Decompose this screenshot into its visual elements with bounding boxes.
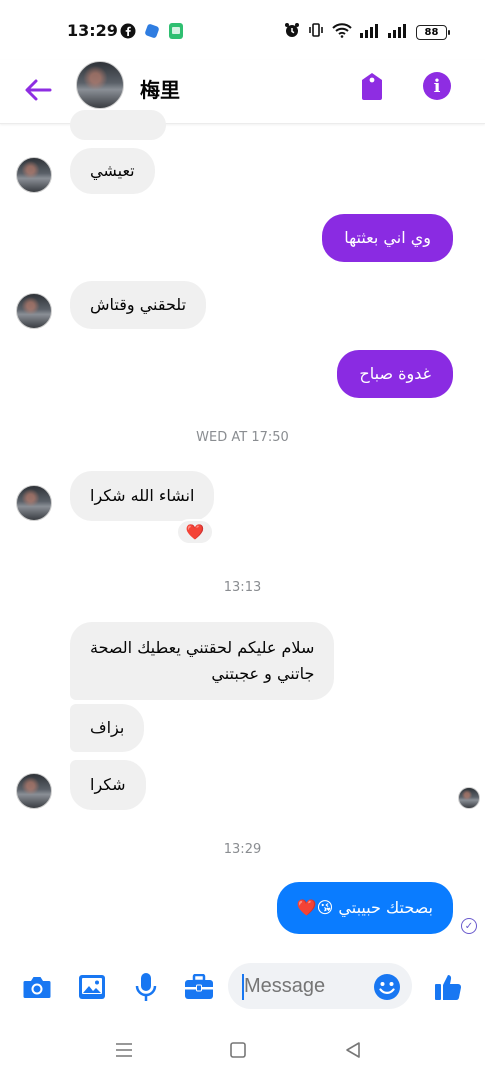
timestamp-divider: 13:29 <box>223 842 262 857</box>
message-bubble-incoming[interactable]: بزاف <box>70 704 145 752</box>
sender-avatar[interactable] <box>16 773 52 809</box>
voice-button[interactable] <box>131 972 161 1002</box>
message-bubble-incoming[interactable]: تعيشي <box>70 148 155 194</box>
tag-button[interactable] <box>358 70 386 102</box>
camera-button[interactable] <box>22 972 52 1002</box>
timestamp-divider: 13:13 <box>223 580 262 595</box>
thumbs-up-icon <box>435 975 462 1001</box>
camera-icon <box>23 977 51 998</box>
briefcase-button[interactable] <box>184 972 214 1002</box>
message-line: جاتني و عجبتني <box>211 664 315 683</box>
battery-icon: 88 <box>416 24 450 40</box>
message-bubble-outgoing[interactable]: بصحتك حبيبتي 😘❤️ <box>276 882 453 934</box>
contact-avatar[interactable] <box>76 61 124 109</box>
sender-avatar[interactable] <box>16 157 52 193</box>
emoji-button[interactable] <box>372 972 402 1002</box>
tag-icon <box>362 73 382 100</box>
menu-icon <box>116 1043 132 1057</box>
status-time: 13:29 <box>67 21 118 40</box>
status-left-icons <box>120 22 184 44</box>
sender-avatar[interactable] <box>16 485 52 521</box>
triangle-back-icon <box>346 1042 360 1058</box>
signal-icon <box>388 23 408 42</box>
message-bubble-incoming[interactable]: تلحقني وقتاش <box>70 281 207 329</box>
briefcase-icon <box>185 974 213 999</box>
info-button[interactable]: i <box>423 72 451 100</box>
system-nav-bar <box>0 1030 485 1070</box>
back-button[interactable] <box>20 72 56 108</box>
signal-icon <box>360 23 380 42</box>
wifi-icon <box>332 22 352 42</box>
text-cursor <box>242 974 244 1000</box>
recents-button[interactable] <box>112 1038 136 1062</box>
gallery-button[interactable] <box>77 972 107 1002</box>
heart-reaction[interactable]: ❤️ <box>176 519 214 545</box>
status-right-icons: 88 <box>284 22 450 42</box>
square-icon <box>230 1042 246 1058</box>
message-bubble-incoming[interactable]: سلام عليكم لحقتني يعطيك الصحة جاتني و عج… <box>70 622 335 700</box>
delivered-check-icon: ✓ <box>461 918 477 934</box>
message-bubble-outgoing[interactable]: غدوة صباح <box>337 350 453 398</box>
emoji-icon <box>374 974 400 1000</box>
vibrate-icon <box>308 22 324 42</box>
message-bubble-partial[interactable] <box>70 110 166 140</box>
message-bubble-outgoing[interactable]: وي اني بعثتها <box>322 214 453 262</box>
app-green-icon <box>168 22 184 44</box>
image-icon <box>79 975 105 999</box>
home-button[interactable] <box>226 1038 250 1062</box>
app-icon <box>144 23 160 43</box>
microphone-icon <box>135 973 157 1001</box>
arrow-left-icon <box>25 79 52 101</box>
facebook-icon <box>120 23 136 43</box>
status-bar: 13:29 88 <box>0 0 485 60</box>
info-icon: i <box>433 75 441 97</box>
alarm-icon <box>284 22 300 42</box>
seen-avatar <box>458 787 480 809</box>
contact-name[interactable]: 梅里 <box>140 74 180 103</box>
timestamp-divider: WED AT 17:50 <box>196 430 289 445</box>
heart-icon: ❤️ <box>185 523 205 541</box>
message-bubble-incoming[interactable]: انشاء الله شكرا <box>70 471 215 521</box>
sender-avatar[interactable] <box>16 293 52 329</box>
message-line: سلام عليكم لحقتني يعطيك الصحة <box>90 638 315 657</box>
message-composer <box>0 956 485 1016</box>
back-nav-button[interactable] <box>341 1038 365 1062</box>
like-button[interactable] <box>434 972 464 1002</box>
message-bubble-incoming[interactable]: شكرا <box>70 760 146 810</box>
